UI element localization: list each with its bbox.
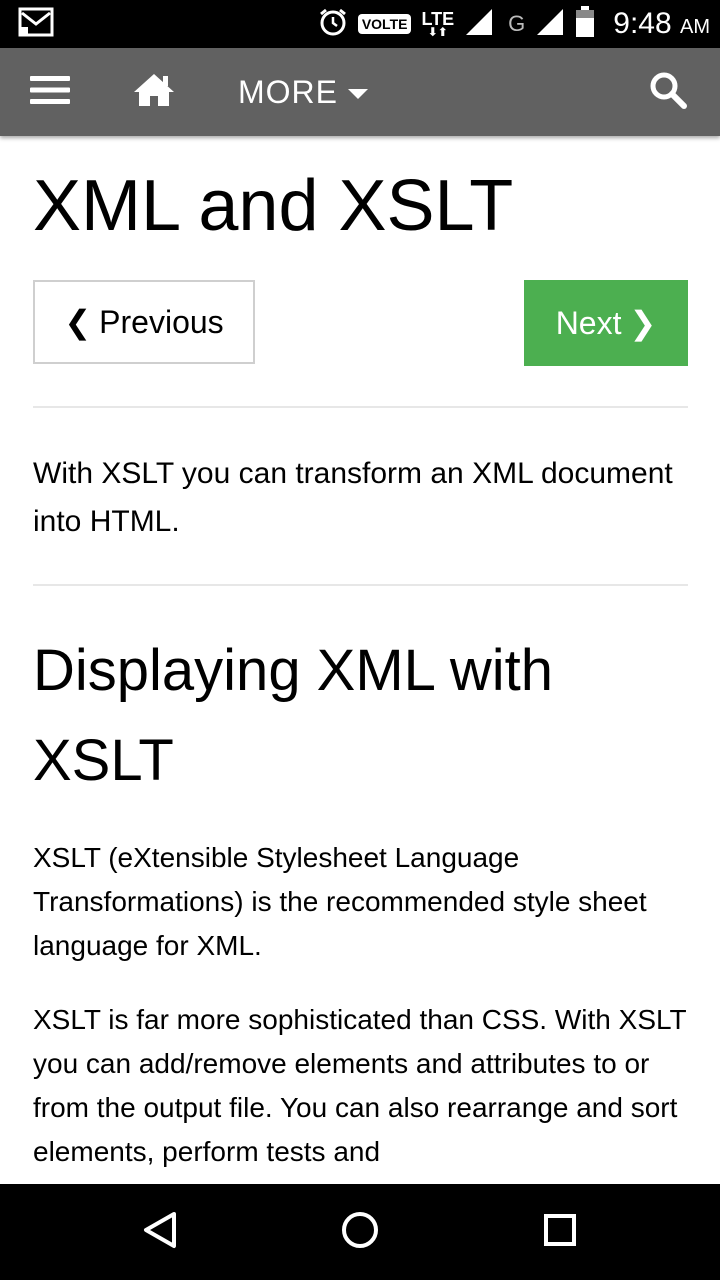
divider [33, 406, 688, 408]
section-title: Displaying XML with XSLT [33, 638, 554, 793]
battery-icon [575, 5, 595, 43]
next-button[interactable]: Next ❯ [524, 280, 688, 366]
home-circle-icon [340, 1210, 380, 1255]
more-menu-button[interactable]: MORE [238, 48, 368, 136]
top-nav-bar: MORE [0, 48, 720, 136]
clock: 9:48 AM [613, 7, 710, 41]
next-label: Next [555, 304, 622, 341]
back-icon [140, 1210, 180, 1255]
chevron-left-icon: ❮ [64, 304, 92, 340]
gmail-icon [18, 7, 54, 42]
caret-down-icon [348, 89, 368, 99]
clock-ampm: AM [680, 16, 710, 38]
network-type-label: G [508, 11, 526, 36]
signal-icon [464, 7, 494, 42]
recents-icon [540, 1210, 580, 1255]
volte-badge: VOLTE [357, 14, 412, 34]
search-icon [648, 70, 688, 115]
back-button[interactable] [112, 1184, 208, 1280]
status-bar: VOLTE LTE ⬇⬆ G 9:48 AM [0, 0, 720, 48]
home-icon [132, 72, 176, 113]
alarm-icon [318, 7, 348, 42]
recents-button[interactable] [512, 1184, 608, 1280]
divider [33, 584, 688, 586]
chevron-right-icon: ❯ [629, 305, 657, 341]
intro-text: With XSLT you can transform an XML docum… [33, 457, 673, 538]
search-button[interactable] [648, 48, 688, 136]
menu-button[interactable] [30, 48, 70, 136]
paragraph: XSLT is far more sophisticated than CSS.… [33, 1004, 687, 1167]
menu-icon [30, 74, 70, 111]
page-title: XML and XSLT [33, 166, 514, 246]
home-nav-button[interactable] [312, 1184, 408, 1280]
system-nav-bar [0, 1184, 720, 1280]
signal-icon-2 [535, 7, 565, 42]
clock-time: 9:48 [613, 7, 672, 40]
previous-label: Previous [99, 303, 224, 340]
more-label: MORE [238, 73, 338, 110]
previous-button[interactable]: ❮ Previous [33, 280, 255, 364]
paragraph: XSLT (eXtensible Stylesheet Language Tra… [33, 842, 647, 961]
lte-indicator: LTE ⬇⬆ [421, 9, 455, 39]
home-button[interactable] [132, 48, 176, 136]
